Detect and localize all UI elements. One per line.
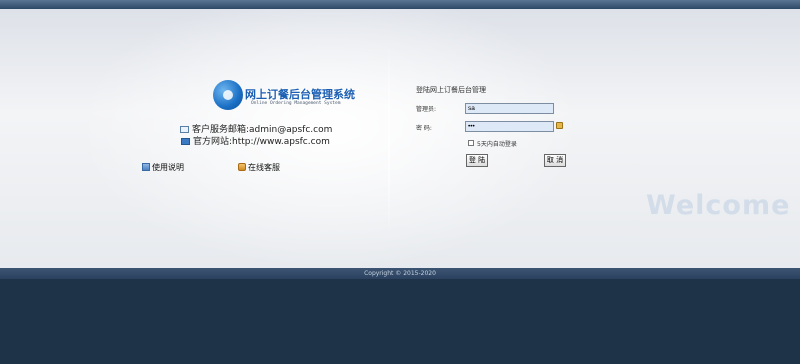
web-icon (181, 138, 190, 145)
lock-icon (556, 122, 563, 129)
service-link[interactable]: 在线客服 (238, 162, 280, 173)
login-panel (0, 9, 800, 268)
contact-website: 官方网站:http://www.apsfc.com (181, 134, 330, 147)
service-icon (238, 163, 246, 171)
help-link[interactable]: 使用说明 (142, 162, 184, 173)
brand-title: 网上订餐后台管理系统 (245, 88, 355, 101)
login-title: 登陆网上订餐后台管理 (416, 86, 486, 94)
top-bar (0, 0, 800, 9)
help-link-text[interactable]: 使用说明 (152, 163, 184, 172)
password-input[interactable]: ••• (465, 121, 554, 132)
service-link-text[interactable]: 在线客服 (248, 163, 280, 172)
brand-subtitle: Online Ordering Management System (251, 101, 341, 106)
mail-icon (180, 126, 189, 133)
brand-logo: 网上订餐后台管理系统 Online Ordering Management Sy… (213, 80, 355, 112)
welcome-watermark: Welcome (646, 190, 791, 221)
help-icon (142, 163, 150, 171)
username-label: 管理员: (416, 106, 437, 113)
copyright-text: Copyright © 2015-2020 (364, 270, 436, 277)
password-label: 密 码: (416, 125, 432, 132)
cancel-button[interactable]: 取 消 (544, 154, 566, 167)
login-button[interactable]: 登 陆 (466, 154, 488, 167)
remember-checkbox[interactable] (468, 140, 474, 146)
logo-icon (213, 80, 243, 110)
bottom-area (0, 279, 800, 364)
panel-divider (388, 44, 390, 234)
remember-label: 5天内自动登录 (477, 141, 517, 148)
username-input[interactable]: sa (465, 103, 554, 114)
contact-website-text: 官方网站:http://www.apsfc.com (193, 137, 330, 147)
